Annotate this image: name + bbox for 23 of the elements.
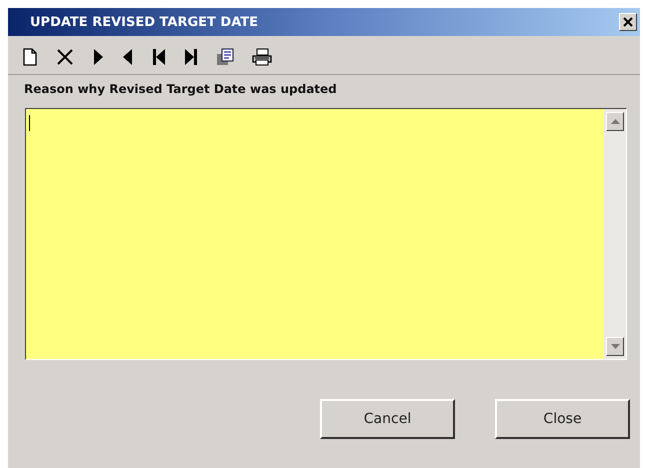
- close-icon: [622, 16, 634, 28]
- scroll-down-button[interactable]: [606, 337, 624, 356]
- scroll-up-button[interactable]: [606, 112, 624, 131]
- field-label: Reason why Revised Target Date was updated: [23, 81, 338, 96]
- first-button[interactable]: [150, 46, 168, 68]
- scrollbar[interactable]: [604, 109, 626, 359]
- print-button[interactable]: [250, 46, 274, 68]
- up-arrow-icon: [610, 119, 620, 124]
- skip-last-icon: [184, 48, 198, 66]
- document-icon: [22, 48, 38, 66]
- dialog-button[interactable]: Cancel: [320, 399, 455, 439]
- down-arrow-icon: [610, 344, 620, 349]
- dialog-button[interactable]: Close: [495, 399, 630, 439]
- last-button[interactable]: [182, 46, 200, 68]
- printer-icon: [252, 48, 272, 66]
- close-button[interactable]: [619, 13, 637, 31]
- cross-icon: [56, 48, 74, 66]
- window-title: UPDATE REVISED TARGET DATE: [30, 14, 258, 30]
- notes-button[interactable]: [214, 46, 236, 68]
- back-icon: [122, 48, 134, 66]
- stacked-pages-icon: [216, 48, 234, 66]
- skip-first-icon: [152, 48, 166, 66]
- play-icon: [92, 48, 104, 66]
